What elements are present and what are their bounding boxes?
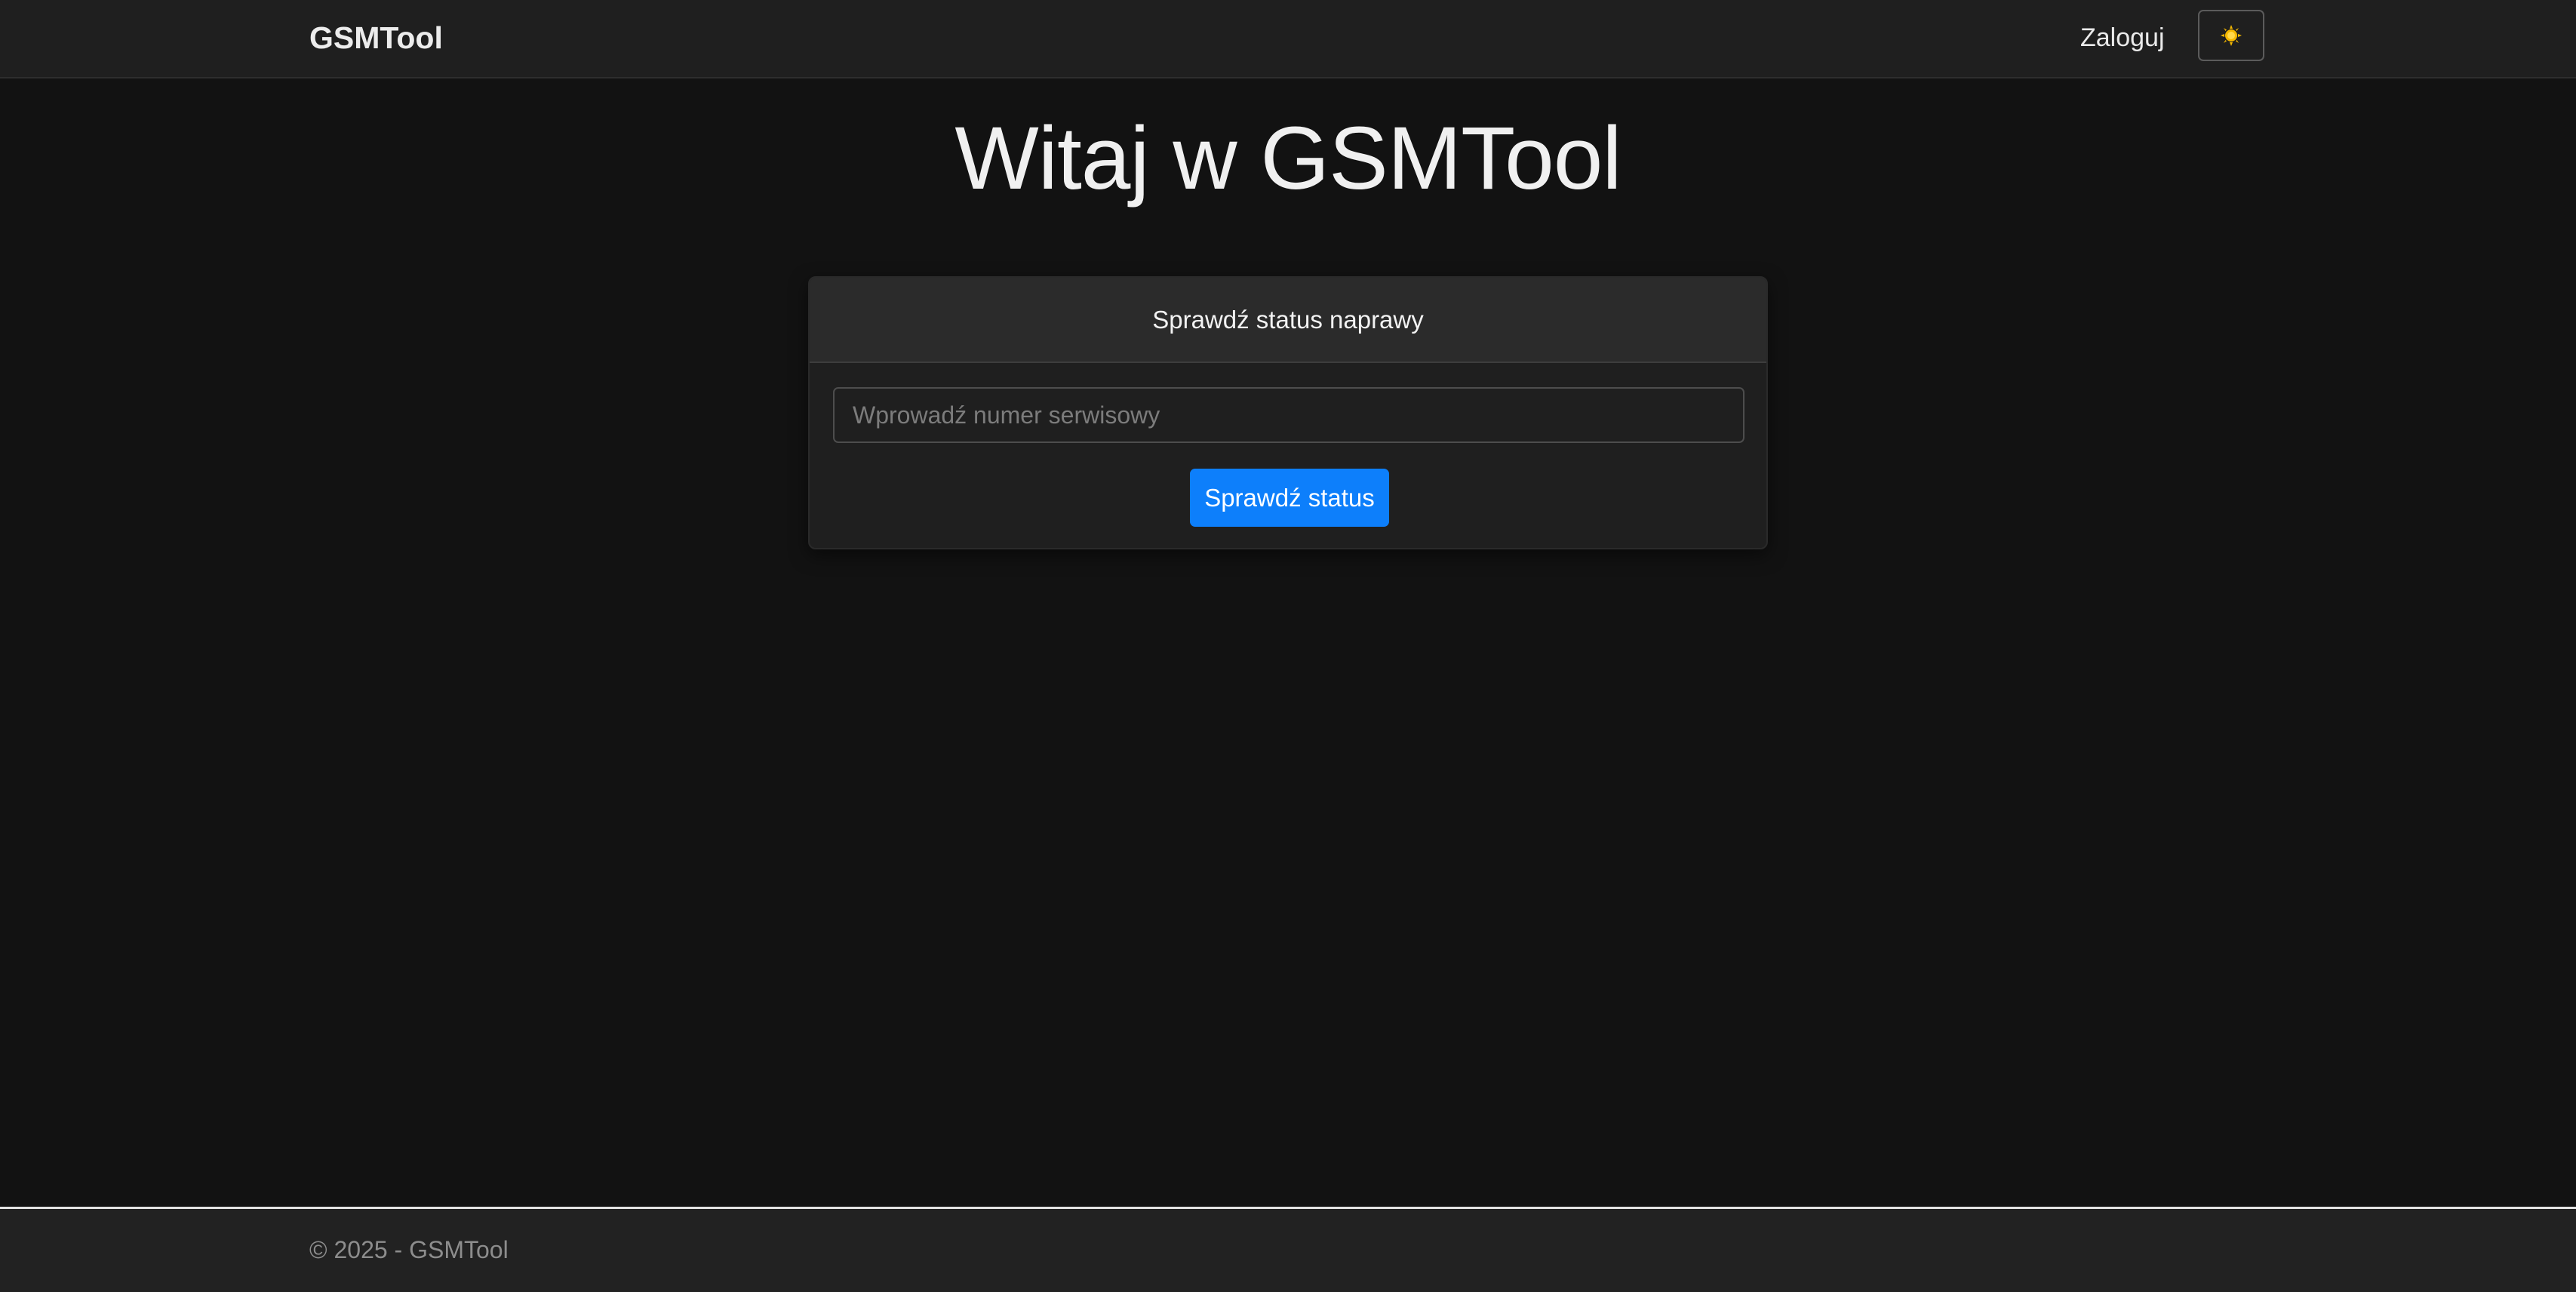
page-title: Witaj w GSMTool xyxy=(954,109,1622,208)
brand-link[interactable]: GSMTool xyxy=(309,17,443,59)
page: GSMTool Zaloguj Witaj w GSMTool Sprawdź … xyxy=(0,0,2576,1292)
card-header: Sprawdź status naprawy xyxy=(810,278,1766,363)
navbar: GSMTool Zaloguj xyxy=(0,0,2576,78)
service-number-input[interactable] xyxy=(833,387,1744,443)
footer-copyright: © 2025 - GSMTool xyxy=(309,1236,509,1263)
status-check-card: Sprawdź status naprawy Sprawdź status xyxy=(808,276,1768,549)
sun-icon xyxy=(2220,24,2242,47)
footer: © 2025 - GSMTool xyxy=(0,1207,2576,1292)
login-link[interactable]: Zaloguj xyxy=(2080,17,2165,59)
theme-toggle-button[interactable] xyxy=(2198,10,2264,61)
check-status-button[interactable]: Sprawdź status xyxy=(1190,469,1389,527)
